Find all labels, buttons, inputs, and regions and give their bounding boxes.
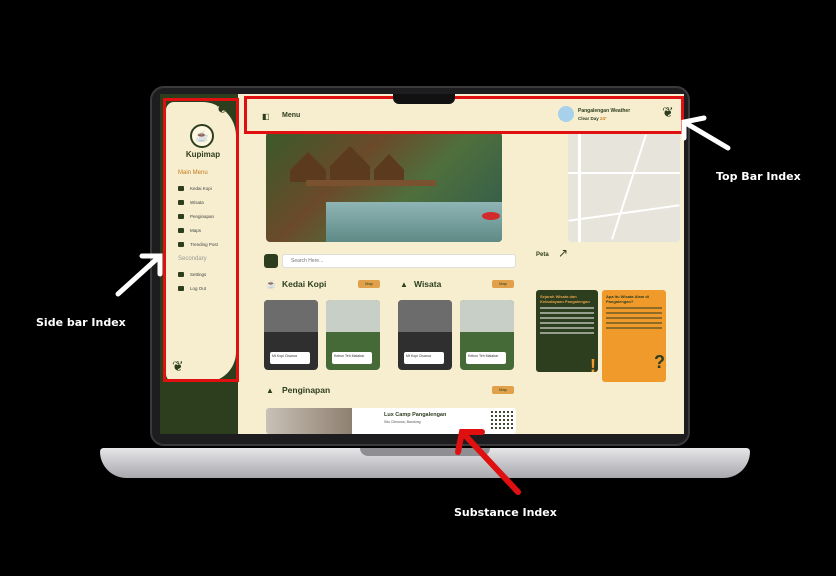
top-bar-index-label: Top Bar Index (716, 170, 801, 183)
annotation-arrows (115, 115, 731, 495)
substance-arrow (455, 429, 521, 495)
camera-notch (393, 94, 455, 104)
substance-index-label: Substance Index (454, 506, 557, 519)
sidebar-arrow (115, 253, 163, 297)
presentation-stage: ❦ ☕ Kupimap Main Menu Kedai Kopi Wisata … (0, 0, 836, 576)
side-bar-index-label: Side bar Index (36, 316, 126, 329)
topbar-arrow (681, 115, 731, 151)
